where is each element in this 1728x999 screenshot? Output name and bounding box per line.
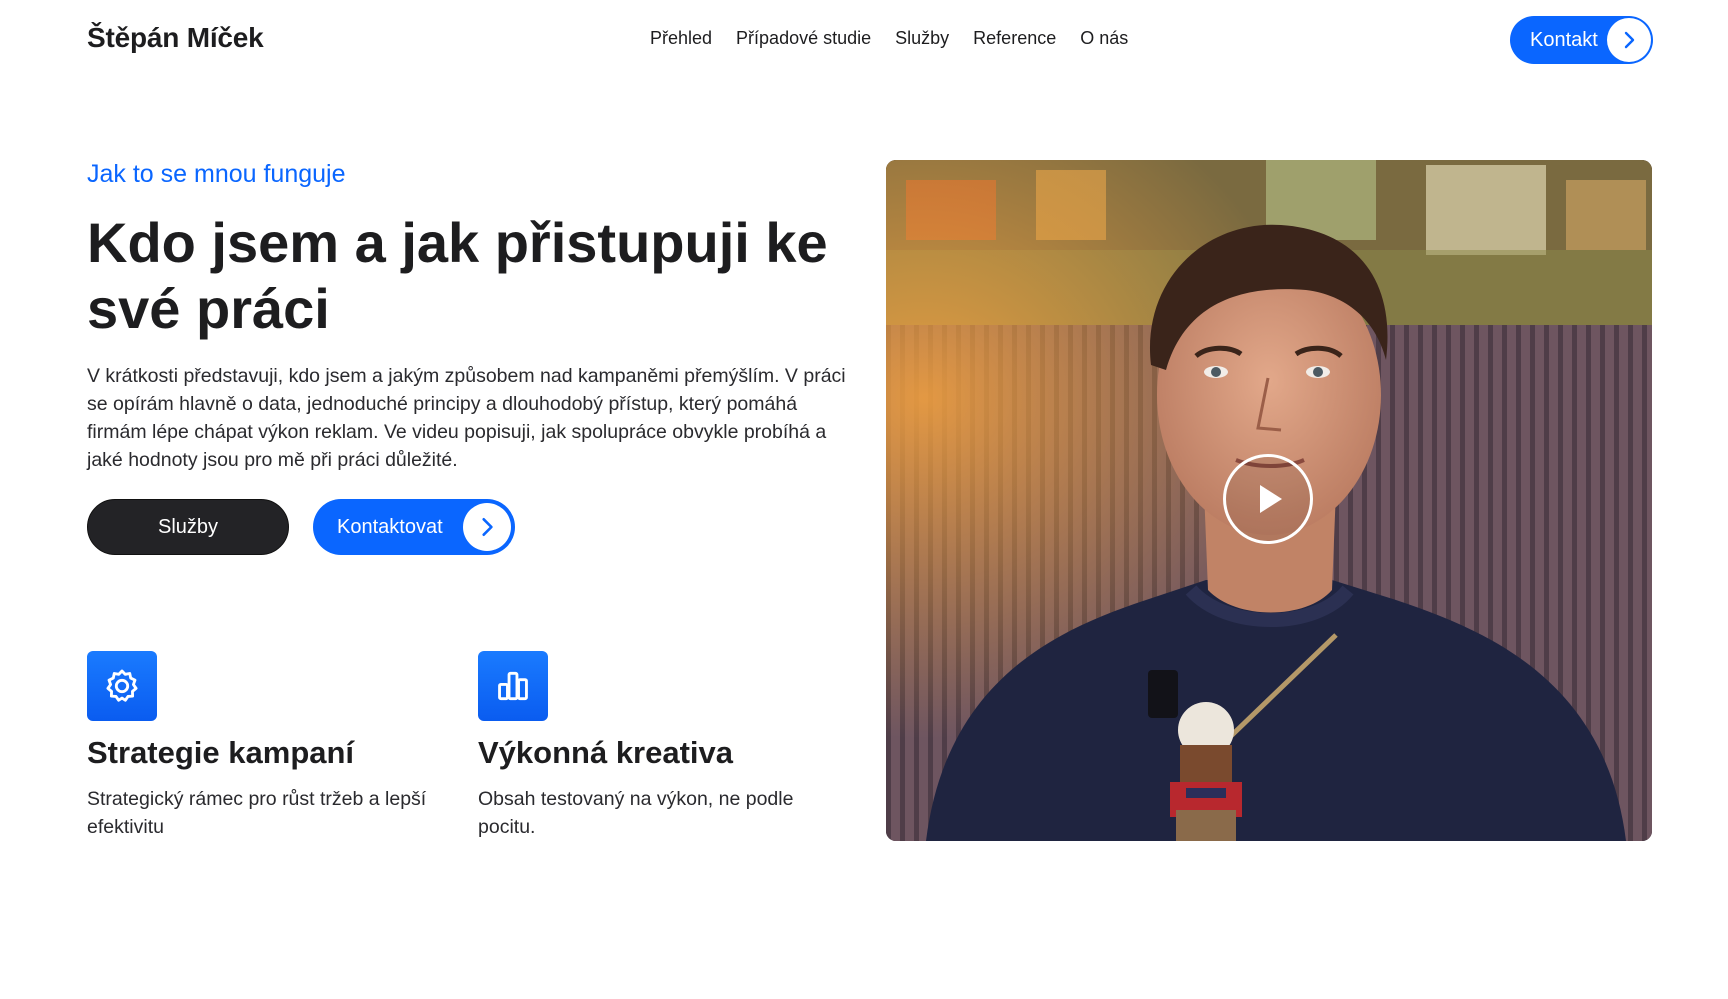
feature-strategy: Strategie kampaní Strategický rámec pro … (87, 651, 447, 841)
feature-title: Výkonná kreativa (478, 735, 734, 770)
header-contact-button[interactable]: Kontakt (1510, 16, 1653, 64)
main-nav: Přehled Případové studie Služby Referenc… (650, 28, 1128, 49)
hero-lead: V krátkosti představuji, kdo jsem a jaký… (87, 365, 846, 471)
feature-description: Obsah testovaný na výkon, ne podle pocit… (478, 788, 794, 838)
services-button[interactable]: Služby (87, 499, 289, 555)
nav-item-services[interactable]: Služby (895, 28, 949, 49)
hero-eyebrow: Jak to se mnou funguje (87, 160, 346, 188)
nav-item-prehled[interactable]: Přehled (650, 28, 712, 49)
site-logo[interactable]: Štěpán Míček (87, 22, 264, 54)
nav-item-about[interactable]: O nás (1080, 28, 1128, 49)
play-button[interactable] (1223, 454, 1313, 544)
feature-description: Strategický rámec pro růst tržeb a lepší… (87, 788, 427, 838)
header-contact-label: Kontakt (1530, 28, 1598, 51)
chevron-right-icon (1607, 18, 1651, 62)
contact-button-label: Kontaktovat (337, 515, 443, 538)
services-button-label: Služby (157, 515, 219, 538)
site-header: Štěpán Míček Přehled Případové studie Sl… (0, 0, 1728, 80)
feature-title: Strategie kampaní (87, 735, 355, 770)
nav-item-case-studies[interactable]: Případové studie (736, 28, 871, 49)
feature-creative: Výkonná kreativa Obsah testovaný na výko… (478, 651, 838, 841)
play-icon (1260, 485, 1282, 513)
nav-item-references[interactable]: Reference (973, 28, 1056, 49)
hero-title: Kdo jsem a jak přistupuji ke své práci (87, 211, 828, 340)
gear-icon (87, 651, 157, 721)
contact-button[interactable]: Kontaktovat (313, 499, 515, 555)
chevron-right-icon (463, 503, 511, 551)
bar-chart-icon (478, 651, 548, 721)
intro-video[interactable] (886, 160, 1652, 841)
